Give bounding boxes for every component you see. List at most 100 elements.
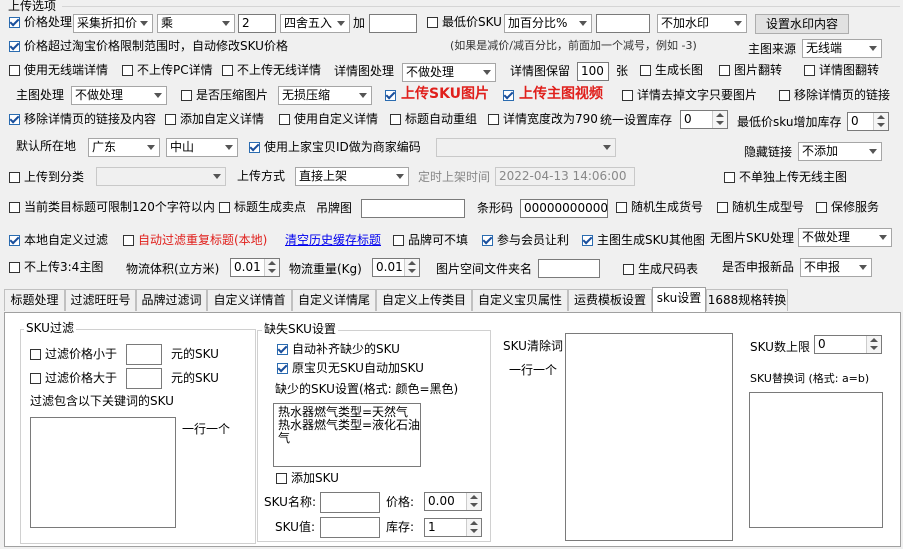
percent-value-input[interactable]: [596, 14, 650, 33]
rounding-select[interactable]: 四舍五入: [280, 14, 350, 33]
remove-detail-links-checkbox[interactable]: [779, 90, 790, 101]
random-item-no-checkbox[interactable]: [616, 202, 627, 213]
main-img-source-select[interactable]: 无线端: [802, 39, 882, 58]
folder-input[interactable]: [538, 259, 600, 278]
detail-keep-input[interactable]: 100: [577, 62, 609, 81]
tab-title-process[interactable]: 标题处理: [4, 289, 65, 311]
main-img-select[interactable]: 不做处理: [71, 86, 167, 105]
tab-custom-detail-head[interactable]: 自定义详情首: [207, 289, 292, 311]
price-gt-checkbox[interactable]: [30, 373, 41, 384]
replace-words-textarea[interactable]: [749, 392, 883, 528]
use-id-checkbox[interactable]: [249, 142, 260, 153]
city-select[interactable]: 中山: [166, 138, 238, 157]
size-chart-checkbox[interactable]: [623, 264, 634, 275]
long-img-checkbox[interactable]: [640, 65, 651, 76]
missing-setting-textarea[interactable]: 热水器燃气类型=天然气 热水器燃气类型=液化石油 气: [273, 403, 421, 467]
no-img-sku-select[interactable]: 不做处理: [798, 228, 892, 247]
tab-sku-settings[interactable]: sku设置: [652, 287, 706, 312]
clear-words-textarea[interactable]: [565, 333, 733, 541]
upload-main-video-checkbox[interactable]: [503, 90, 514, 101]
member-discount-checkbox[interactable]: [482, 235, 493, 246]
warranty-checkbox[interactable]: [816, 202, 827, 213]
auto-fix-price-checkbox[interactable]: [9, 41, 20, 52]
province-select[interactable]: 广东: [88, 138, 160, 157]
detail-width-checkbox[interactable]: [488, 114, 499, 125]
spinner-arrows-icon[interactable]: [466, 493, 481, 510]
tag-img-input[interactable]: [361, 199, 465, 218]
chevron-down-icon: [865, 40, 881, 57]
upload-category-checkbox[interactable]: [9, 172, 20, 183]
stock-spinner[interactable]: 1: [424, 518, 482, 537]
random-model-checkbox[interactable]: [717, 202, 728, 213]
wireless-detail-checkbox[interactable]: [9, 65, 20, 76]
no-pc-detail-checkbox[interactable]: [122, 65, 133, 76]
add-sku-checkbox[interactable]: [276, 473, 287, 484]
operator-select[interactable]: 乘: [157, 14, 235, 33]
tab-custom-attributes[interactable]: 自定义宝贝属性: [472, 289, 568, 311]
category-select[interactable]: [96, 167, 226, 186]
tab-custom-detail-tail[interactable]: 自定义详情尾: [292, 289, 376, 311]
price-source-select[interactable]: 采集折扣价: [73, 14, 153, 33]
remove-links-content-label: 移除详情页的链接及内容: [24, 112, 157, 126]
min-price-sku-checkbox[interactable]: [427, 17, 438, 28]
keyword-textarea[interactable]: [30, 417, 176, 528]
tab-custom-category[interactable]: 自定义上传类目: [376, 289, 472, 311]
auto-filter-dup-checkbox[interactable]: [123, 235, 134, 246]
local-filter-checkbox[interactable]: [9, 235, 20, 246]
sku-name-input[interactable]: [320, 492, 380, 513]
upload-method-select[interactable]: 直接上架: [295, 167, 409, 186]
spinner-arrows-icon[interactable]: [404, 259, 419, 276]
price-spinner[interactable]: 0.00: [424, 492, 482, 511]
spinner-arrows-icon[interactable]: [873, 113, 888, 130]
compress-select[interactable]: 无损压缩: [278, 86, 372, 105]
no-wireless-main-checkbox[interactable]: [724, 172, 735, 183]
sku-value-input[interactable]: [320, 517, 380, 538]
auto-fill-sku-checkbox[interactable]: [277, 344, 288, 355]
spinner-arrows-icon[interactable]: [264, 259, 279, 276]
main-img-sku-checkbox[interactable]: [582, 235, 593, 246]
volume-spinner[interactable]: 0.01: [230, 258, 280, 277]
title-auto-group-checkbox[interactable]: [390, 114, 401, 125]
no-wireless-detail-checkbox[interactable]: [222, 65, 233, 76]
price-lt-checkbox[interactable]: [30, 349, 41, 360]
clear-cache-link[interactable]: 清空历史缓存标题: [285, 233, 381, 247]
title-selling-checkbox[interactable]: [219, 202, 230, 213]
price-gt-input[interactable]: [126, 368, 162, 389]
watermark-select[interactable]: 不加水印: [657, 14, 747, 33]
tab-1688-spec[interactable]: 1688规格转换: [706, 289, 788, 311]
brand-optional-checkbox[interactable]: [393, 235, 404, 246]
remove-links-content-checkbox[interactable]: [9, 114, 20, 125]
id-select[interactable]: [436, 138, 616, 157]
price-lt-input[interactable]: [126, 344, 162, 365]
tab-brand-filter[interactable]: 品牌过滤词: [136, 289, 207, 311]
auto-add-sku-checkbox[interactable]: [277, 363, 288, 374]
img-flip-checkbox[interactable]: [719, 65, 730, 76]
scheduled-time-input[interactable]: 2022-04-13 14:06:00: [495, 167, 635, 186]
hide-link-select[interactable]: 不添加: [798, 142, 882, 161]
spinner-arrows-icon[interactable]: [466, 519, 481, 536]
declare-new-select[interactable]: 不申报: [800, 258, 872, 277]
min-sku-stock-spinner[interactable]: 0: [847, 112, 889, 131]
unify-stock-spinner[interactable]: 0: [680, 110, 728, 129]
add-value-input[interactable]: [369, 14, 417, 33]
tab-filter-wangwang[interactable]: 过滤旺旺号: [65, 289, 136, 311]
barcode-input[interactable]: 0000000000000: [520, 199, 608, 218]
compress-checkbox[interactable]: [181, 90, 192, 101]
detail-remove-text-checkbox[interactable]: [622, 90, 633, 101]
upload-sku-img-checkbox[interactable]: [385, 90, 396, 101]
percent-mode-select[interactable]: 加百分比%: [504, 14, 592, 33]
tab-freight-template[interactable]: 运费模板设置: [568, 289, 652, 311]
detail-flip-checkbox[interactable]: [804, 65, 815, 76]
title-limit-checkbox[interactable]: [9, 202, 20, 213]
sku-limit-spinner[interactable]: 0: [814, 335, 882, 354]
multiplier-input[interactable]: 2: [238, 14, 276, 33]
spinner-arrows-icon[interactable]: [712, 111, 727, 128]
add-custom-detail-checkbox[interactable]: [165, 114, 176, 125]
weight-spinner[interactable]: 0.01: [372, 258, 420, 277]
spinner-arrows-icon[interactable]: [866, 336, 881, 353]
use-custom-detail-checkbox[interactable]: [279, 114, 290, 125]
detail-img-select[interactable]: 不做处理: [402, 63, 496, 82]
no-34-main-checkbox[interactable]: [9, 262, 20, 273]
price-process-checkbox[interactable]: [9, 17, 20, 28]
set-watermark-button[interactable]: 设置水印内容: [755, 14, 849, 34]
